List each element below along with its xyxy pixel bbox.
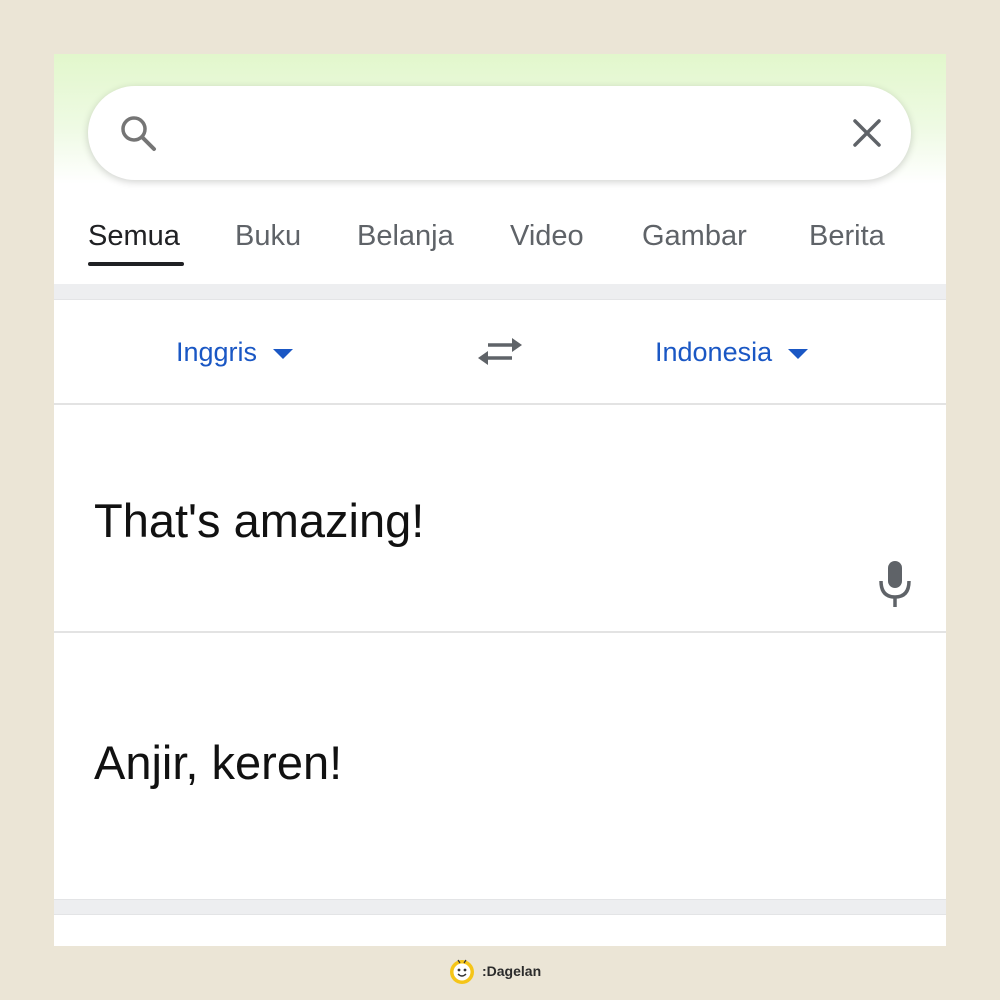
tab-buku[interactable]: Buku bbox=[235, 220, 301, 253]
swap-arrows-icon[interactable] bbox=[476, 331, 524, 371]
translated-text: Anjir, keren! bbox=[94, 736, 343, 789]
watermark-text: :Dagelan bbox=[482, 963, 542, 979]
dagelan-logo-icon bbox=[450, 959, 474, 984]
section-divider-bottom bbox=[54, 899, 946, 915]
source-text-area[interactable]: That's amazing! bbox=[54, 405, 946, 633]
section-divider bbox=[54, 284, 946, 300]
translate-card: Semua Buku Belanja Video Gambar Berita I… bbox=[54, 54, 946, 946]
caret-down-icon bbox=[273, 348, 294, 359]
target-language-label: Indonesia bbox=[655, 337, 773, 367]
source-language-select[interactable]: Inggris bbox=[176, 337, 294, 368]
source-language-label: Inggris bbox=[176, 337, 258, 367]
search-tabs: Semua Buku Belanja Video Gambar Berita bbox=[54, 204, 946, 284]
tab-semua[interactable]: Semua bbox=[88, 220, 180, 253]
tab-gambar[interactable]: Gambar bbox=[642, 220, 747, 253]
target-language-select[interactable]: Indonesia bbox=[655, 337, 809, 368]
search-input[interactable] bbox=[188, 108, 808, 158]
microphone-icon[interactable] bbox=[876, 559, 914, 609]
language-selector-row: Inggris Indonesia bbox=[54, 301, 946, 405]
search-icon[interactable] bbox=[118, 113, 158, 153]
watermark: :Dagelan bbox=[448, 957, 541, 985]
search-bar[interactable] bbox=[88, 86, 911, 180]
tab-berita[interactable]: Berita bbox=[809, 220, 885, 253]
tab-belanja[interactable]: Belanja bbox=[357, 220, 454, 253]
caret-down-icon bbox=[788, 348, 809, 359]
tab-video[interactable]: Video bbox=[510, 220, 584, 253]
active-tab-indicator bbox=[88, 262, 184, 266]
source-text[interactable]: That's amazing! bbox=[94, 493, 424, 548]
close-icon[interactable] bbox=[849, 115, 885, 151]
translation-result-area: Anjir, keren! bbox=[54, 635, 946, 899]
